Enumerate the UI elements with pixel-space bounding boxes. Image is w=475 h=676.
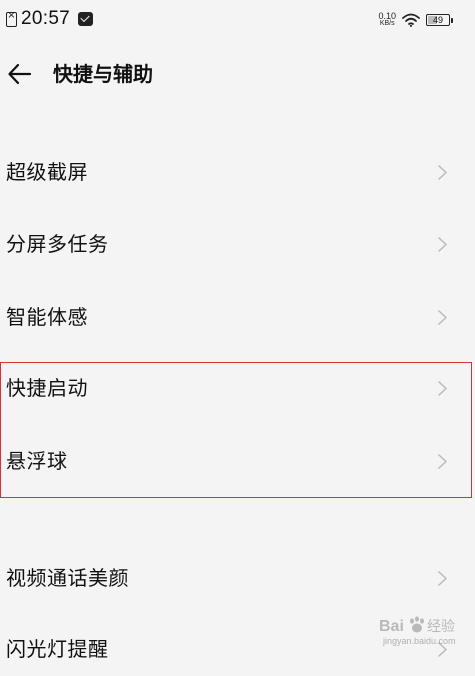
- menu-item-label: 悬浮球: [6, 449, 68, 473]
- page-header: 快捷与辅助: [0, 52, 475, 96]
- menu-item-video-call-beauty[interactable]: 视频通话美颜: [0, 551, 475, 605]
- svg-text:Bai: Bai: [379, 618, 404, 635]
- watermark-logo-row: Bai 经验: [379, 614, 459, 636]
- back-arrow-icon: [8, 63, 32, 85]
- menu-item-label: 视频通话美颜: [6, 566, 129, 590]
- page-title: 快捷与辅助: [53, 62, 153, 86]
- menu-item-super-screenshot[interactable]: 超级截屏: [0, 145, 475, 199]
- menu-item-label: 智能体感: [6, 305, 88, 329]
- baidu-paw-logo-icon: Bai 经验: [379, 616, 455, 635]
- chevron-right-icon: [438, 310, 447, 325]
- wifi-icon: [402, 13, 420, 27]
- baidu-jingyan-watermark: Bai 经验 jingyan.baidu.com: [379, 614, 459, 646]
- network-speed: 0.10 KB/s: [378, 12, 396, 28]
- menu-item-label: 分屏多任务: [6, 232, 109, 256]
- menu-item-smart-motion[interactable]: 智能体感: [0, 290, 475, 344]
- message-notification-icon: [78, 12, 94, 26]
- battery-cap: [451, 17, 453, 23]
- menu-item-quick-launch[interactable]: 快捷启动: [0, 361, 475, 415]
- status-bar: 20:57 0.10 KB/s 49: [0, 0, 475, 38]
- chevron-right-icon: [438, 381, 447, 396]
- battery-body: 49: [426, 14, 450, 26]
- chevron-right-icon: [438, 571, 447, 586]
- menu-item-split-screen[interactable]: 分屏多任务: [0, 217, 475, 271]
- sim-card-icon: [6, 10, 17, 27]
- watermark-url: jingyan.baidu.com: [383, 636, 456, 646]
- chevron-right-icon: [438, 454, 447, 469]
- back-button[interactable]: [6, 60, 36, 88]
- svg-text:经验: 经验: [427, 619, 455, 635]
- battery-icon: 49: [426, 14, 453, 26]
- network-speed-value: 0.10: [378, 11, 396, 21]
- menu-item-label: 超级截屏: [6, 160, 88, 184]
- menu-item-label: 快捷启动: [6, 376, 88, 400]
- chevron-right-icon: [438, 165, 447, 180]
- menu-item-floating-ball[interactable]: 悬浮球: [0, 434, 475, 488]
- chevron-right-icon: [438, 237, 447, 252]
- status-time: 20:57: [21, 8, 71, 29]
- status-right: 0.10 KB/s 49: [378, 10, 453, 30]
- battery-level: 49: [432, 14, 443, 25]
- network-speed-unit: KB/s: [379, 20, 395, 27]
- status-left: 20:57: [6, 8, 94, 30]
- menu-item-label: 闪光灯提醒: [6, 637, 109, 661]
